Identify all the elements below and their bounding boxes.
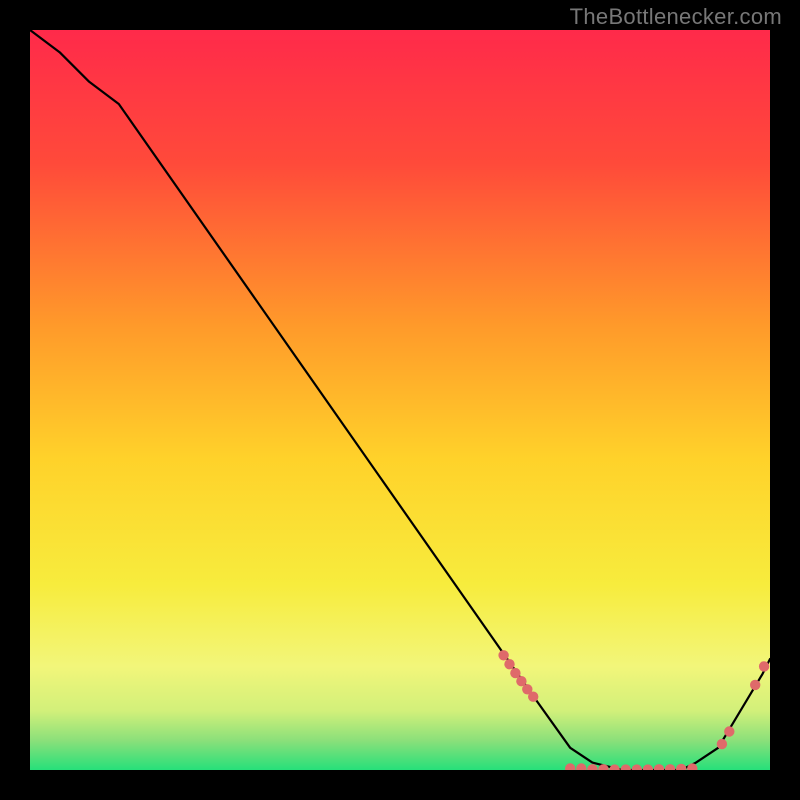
data-point [750, 680, 760, 690]
data-point [717, 739, 727, 749]
watermark-text: TheBottlenecker.com [570, 4, 782, 30]
bottleneck-chart [30, 30, 770, 770]
chart-frame: TheBottlenecker.com [0, 0, 800, 800]
plot-background [30, 30, 770, 770]
data-point [759, 661, 769, 671]
data-point [504, 659, 514, 669]
data-point [498, 650, 508, 660]
data-point [528, 692, 538, 702]
data-point [724, 726, 734, 736]
